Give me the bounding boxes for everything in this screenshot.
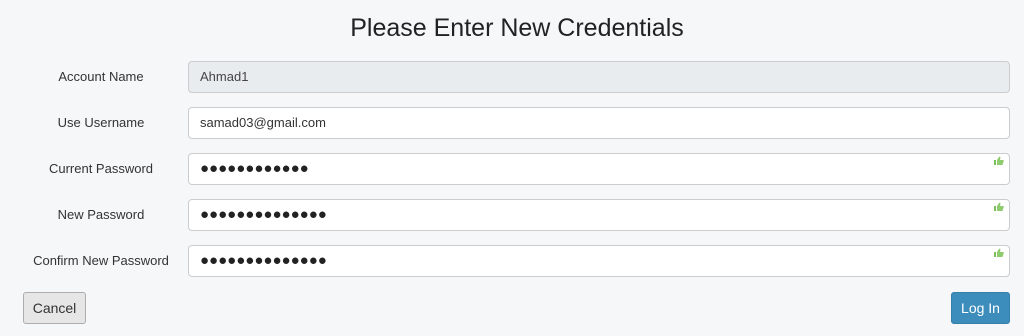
username-input[interactable]: samad03@gmail.com xyxy=(188,107,1010,139)
current-password-row: Current Password ●●●●●●●●●●●● xyxy=(0,153,1024,185)
account-name-row: Account Name Ahmad1 xyxy=(0,61,1024,93)
new-password-label: New Password xyxy=(57,207,145,222)
username-label: Use Username xyxy=(57,115,145,130)
account-name-label: Account Name xyxy=(58,69,144,84)
confirm-password-input[interactable]: ●●●●●●●●●●●●●● xyxy=(188,245,1010,277)
current-password-label: Current Password xyxy=(48,161,154,176)
credentials-form: Please Enter New Credentials Account Nam… xyxy=(0,0,1024,336)
login-button[interactable]: Log In xyxy=(951,292,1010,324)
thumbs-up-icon xyxy=(994,202,1004,211)
cancel-button[interactable]: Cancel xyxy=(23,292,86,324)
new-password-row: New Password ●●●●●●●●●●●●●● xyxy=(0,199,1024,231)
new-password-input[interactable]: ●●●●●●●●●●●●●● xyxy=(188,199,1010,231)
confirm-password-row: Confirm New Password ●●●●●●●●●●●●●● xyxy=(0,245,1024,277)
current-password-input[interactable]: ●●●●●●●●●●●● xyxy=(188,153,1010,185)
thumbs-up-icon xyxy=(994,248,1004,257)
thumbs-up-icon xyxy=(994,156,1004,165)
page-title: Please Enter New Credentials xyxy=(350,14,684,42)
username-row: Use Username samad03@gmail.com xyxy=(0,107,1024,139)
account-name-field: Ahmad1 xyxy=(188,61,1010,93)
confirm-password-label: Confirm New Password xyxy=(33,253,169,268)
